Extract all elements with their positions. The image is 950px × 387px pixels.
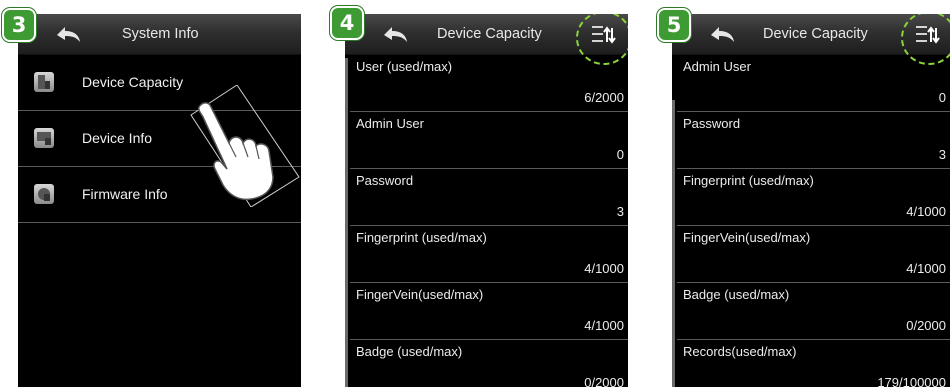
row-value: 4/1000 [584,261,624,276]
firmware-info-icon [34,184,54,204]
row-label: Badge (used/max) [356,344,463,359]
capacity-list: User (used/max) 6/2000 Admin User 0 Passwo… [350,55,628,387]
row-value: 3 [616,204,624,219]
list-item: FingerVein(used/max) 4/1000 [350,283,628,340]
row-value: 3 [938,147,946,162]
row-value: 4/1000 [906,261,946,276]
row-label: Fingerprint (used/max) [356,230,487,245]
scrollbar[interactable] [672,100,675,387]
row-label: FingerVein(used/max) [356,287,484,302]
row-label: FingerVein(used/max) [683,230,811,245]
back-arrow-icon[interactable] [54,22,82,46]
row-value: 4/1000 [584,318,624,333]
step-badge-4: 4 [330,6,364,40]
row-value: 0 [938,90,946,105]
row-label: Records(used/max) [683,344,797,359]
device-capacity-scrolled-screen: Device Capacity Admin User 0 Password 3 Fi… [672,14,950,387]
menu-label: Device Capacity [82,74,184,90]
row-value: 4/1000 [906,204,946,219]
row-value: 0/2000 [906,318,946,333]
back-arrow-icon[interactable] [381,22,409,46]
row-label: Badge (used/max) [683,287,790,302]
device-capacity-icon [34,72,54,92]
row-value: 6/2000 [584,90,624,105]
step-badge-5: 5 [657,8,691,42]
page-title: System Info [122,26,199,42]
row-label: Admin User [356,116,424,131]
row-label: Password [356,173,414,188]
device-info-icon [34,128,54,148]
scrollbar[interactable] [345,58,348,387]
page-title: Device Capacity [437,26,542,42]
row-label: Password [683,116,741,131]
list-item: Badge (used/max) 0/2000 [350,340,628,387]
menu-label: Firmware Info [82,186,168,202]
system-info-screen: System Info Device Capacity Device Info … [18,14,301,387]
row-value: 179/100000 [877,375,946,387]
row-label: Fingerprint (used/max) [683,173,814,188]
back-arrow-icon[interactable] [708,22,736,46]
row-label: User (used/max) [356,59,453,74]
list-item: Admin User 0 [350,112,628,169]
list-item: Admin User 0 [677,55,950,112]
row-label: Admin User [683,59,751,74]
list-item: Fingerprint (used/max) 4/1000 [677,169,950,226]
list-item: Badge (used/max) 0/2000 [677,283,950,340]
row-value: 0/2000 [584,375,624,387]
capacity-list: Admin User 0 Password 3 Fingerprint (used/… [677,55,950,387]
list-item: Records(used/max) 179/100000 [677,340,950,387]
list-item: FingerVein(used/max) 4/1000 [677,226,950,283]
row-value: 0 [616,147,624,162]
device-capacity-screen: Device Capacity User (used/max) 6/2000 Ad… [345,14,628,387]
step-badge-3: 3 [2,8,36,42]
list-item: Password 3 [677,112,950,169]
pointing-hand-icon [190,85,300,207]
menu-label: Device Info [82,130,153,146]
list-item: User (used/max) 6/2000 [350,55,628,112]
list-item: Fingerprint (used/max) 4/1000 [350,226,628,283]
page-title: Device Capacity [763,26,868,42]
title-bar: System Info [18,14,301,55]
list-item: Password 3 [350,169,628,226]
